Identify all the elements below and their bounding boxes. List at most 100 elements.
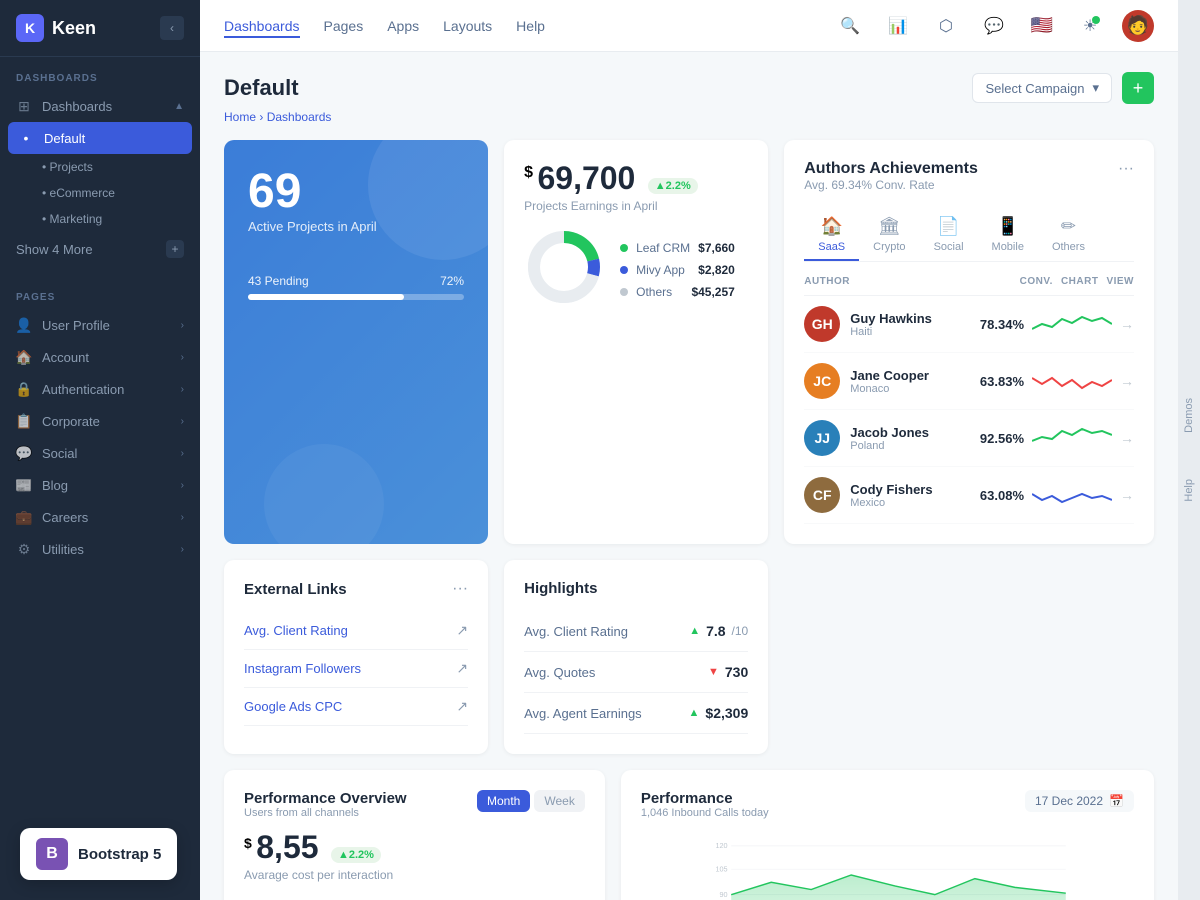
authors-tab-others[interactable]: ✏ Others	[1038, 210, 1099, 261]
show-more-row: Show 4 More +	[0, 232, 200, 266]
authors-header: Authors Achievements Avg. 69.34% Conv. R…	[804, 160, 1134, 206]
sidebar-item-account[interactable]: 🏠 Account ›	[0, 341, 200, 373]
ext-link-text-3[interactable]: Google Ads CPC	[244, 699, 342, 714]
author-name-4: Cody Fishers	[850, 482, 932, 497]
second-row-grid: External Links ··· Avg. Client Rating ↗ …	[224, 560, 1154, 754]
sidebar-item-default[interactable]: • Default	[8, 122, 192, 154]
page-header: Default Select Campaign ▾ +	[224, 72, 1154, 104]
tab-layouts[interactable]: Layouts	[443, 14, 492, 38]
sidebar-section-label-pages: PAGES	[0, 286, 200, 309]
perf-right-title: Performance	[641, 790, 769, 807]
help-panel-label[interactable]: Help	[1183, 471, 1195, 510]
author-avatar-1: GH	[804, 306, 840, 342]
ext-link-arrow-1: ↗	[456, 622, 468, 639]
add-campaign-button[interactable]: +	[1122, 72, 1154, 104]
sidebar-item-authentication[interactable]: 🔒 Authentication ›	[0, 373, 200, 405]
chevron-icon: ›	[181, 352, 184, 363]
ext-link-arrow-3: ↗	[456, 698, 468, 715]
select-campaign-label: Select Campaign	[985, 81, 1084, 96]
default-icon: •	[18, 130, 34, 146]
sidebar-item-careers[interactable]: 💼 Careers ›	[0, 501, 200, 533]
performance-overview-card: Performance Overview Users from all chan…	[224, 770, 605, 900]
author-conv-4: 63.08%	[980, 488, 1024, 503]
authors-tab-saas[interactable]: 🏠 SaaS	[804, 210, 859, 261]
auth-icon: 🔒	[16, 381, 32, 397]
sidebar-item-social[interactable]: 💬 Social ›	[0, 437, 200, 469]
chevron-up-icon: ▲	[174, 101, 184, 112]
author-country-4: Mexico	[850, 497, 932, 509]
tab-help[interactable]: Help	[516, 14, 545, 38]
performance-line-chart: 120 105 90 75 60 45	[641, 835, 1134, 900]
toggle-week-button[interactable]: Week	[534, 790, 584, 812]
sidebar-item-projects[interactable]: • Projects	[0, 154, 200, 180]
share-icon[interactable]: ⬡	[930, 10, 962, 42]
highlight-row-1: Avg. Client Rating ▲ 7.8/10	[524, 611, 748, 652]
author-conv-3: 92.56%	[980, 431, 1024, 446]
breadcrumb-home[interactable]: Home	[224, 110, 256, 124]
author-info-2: JC Jane Cooper Monaco	[804, 363, 972, 399]
user-avatar[interactable]: 🧑	[1122, 10, 1154, 42]
authors-more-button[interactable]: ···	[1118, 160, 1134, 178]
author-view-3[interactable]: →	[1120, 430, 1134, 446]
author-view-1[interactable]: →	[1120, 316, 1134, 332]
authors-tabs: 🏠 SaaS 🏛 Crypto 📄 Social 📱	[804, 210, 1134, 262]
highlight-label-1: Avg. Client Rating	[524, 624, 628, 639]
dashboards-icon: ⊞	[16, 98, 32, 114]
progress-bar-fill	[248, 294, 404, 300]
message-icon[interactable]: 💬	[978, 10, 1010, 42]
perf-overview-subtitle: Users from all channels	[244, 807, 407, 819]
authors-tab-crypto[interactable]: 🏛 Crypto	[859, 210, 919, 261]
sidebar-item-user-profile[interactable]: 👤 User Profile ›	[0, 309, 200, 341]
external-links-more-button[interactable]: ···	[452, 580, 468, 598]
perf-overview-header: Performance Overview Users from all chan…	[244, 790, 585, 819]
sidebar-corporate-label: Corporate	[42, 414, 100, 429]
select-campaign-dropdown[interactable]: Select Campaign ▾	[972, 73, 1112, 103]
authors-tab-saas-label: SaaS	[818, 241, 845, 253]
tab-dashboards[interactable]: Dashboards	[224, 14, 300, 38]
crypto-tab-icon: 🏛	[878, 216, 901, 237]
breadcrumb-current: Dashboards	[267, 110, 332, 124]
authors-tab-social[interactable]: 📄 Social	[920, 210, 978, 261]
show-more-button[interactable]: Show 4 More	[16, 242, 93, 257]
authors-tab-mobile[interactable]: 📱 Mobile	[978, 210, 1038, 261]
ext-link-text-2[interactable]: Instagram Followers	[244, 661, 361, 676]
sidebar-pages-section: PAGES 👤 User Profile › 🏠 Account › 🔒 Aut…	[0, 276, 200, 575]
authors-tab-crypto-label: Crypto	[873, 241, 905, 253]
flag-icon[interactable]: 🇺🇸	[1026, 10, 1058, 42]
sidebar-collapse-button[interactable]: ‹	[160, 16, 184, 40]
sidebar-section-label-dashboards: DASHBOARDS	[0, 67, 200, 90]
status-dot	[1092, 16, 1100, 24]
authors-table-header: AUTHOR CONV. CHART VIEW	[804, 276, 1134, 296]
demos-panel-label[interactable]: Demos	[1183, 390, 1195, 441]
donut-chart-section: Leaf CRM $7,660 Mivy App $2,820 Others	[524, 227, 748, 312]
chart-icon[interactable]: 📊	[882, 10, 914, 42]
sidebar-item-ecommerce[interactable]: • eCommerce	[0, 180, 200, 206]
ext-link-text-1[interactable]: Avg. Client Rating	[244, 623, 348, 638]
authors-title: Authors Achievements	[804, 160, 978, 178]
author-chart-4	[1032, 480, 1112, 510]
date-badge[interactable]: 17 Dec 2022 📅	[1025, 790, 1134, 812]
top-navigation: Dashboards Pages Apps Layouts Help 🔍 📊 ⬡…	[200, 0, 1178, 52]
search-icon[interactable]: 🔍	[834, 10, 866, 42]
toggle-month-button[interactable]: Month	[477, 790, 530, 812]
page-content: Default Select Campaign ▾ + Home › Dashb…	[200, 52, 1178, 900]
author-view-4[interactable]: →	[1120, 487, 1134, 503]
tab-apps[interactable]: Apps	[387, 14, 419, 38]
sidebar-item-blog[interactable]: 📰 Blog ›	[0, 469, 200, 501]
sidebar-item-dashboards[interactable]: ⊞ Dashboards ▲	[0, 90, 200, 122]
highlights-header: Highlights	[524, 580, 748, 597]
sidebar-item-marketing[interactable]: • Marketing	[0, 206, 200, 232]
highlight-suffix-1: /10	[732, 624, 749, 638]
perf-amount: 8,55	[256, 829, 318, 865]
add-dashboards-icon[interactable]: +	[166, 240, 184, 258]
sidebar-user-profile-label: User Profile	[42, 318, 110, 333]
author-view-2[interactable]: →	[1120, 373, 1134, 389]
theme-toggle[interactable]: ☀	[1074, 10, 1106, 42]
sidebar-item-utilities[interactable]: ⚙ Utilities ›	[0, 533, 200, 565]
tab-pages[interactable]: Pages	[324, 14, 364, 38]
author-row-1: GH Guy Hawkins Haiti 78.34% →	[804, 296, 1134, 353]
sidebar-item-corporate[interactable]: 📋 Corporate ›	[0, 405, 200, 437]
chevron-icon: ›	[181, 448, 184, 459]
calendar-icon: 📅	[1109, 794, 1124, 808]
highlight-row-3: Avg. Agent Earnings ▲ $2,309	[524, 693, 748, 734]
